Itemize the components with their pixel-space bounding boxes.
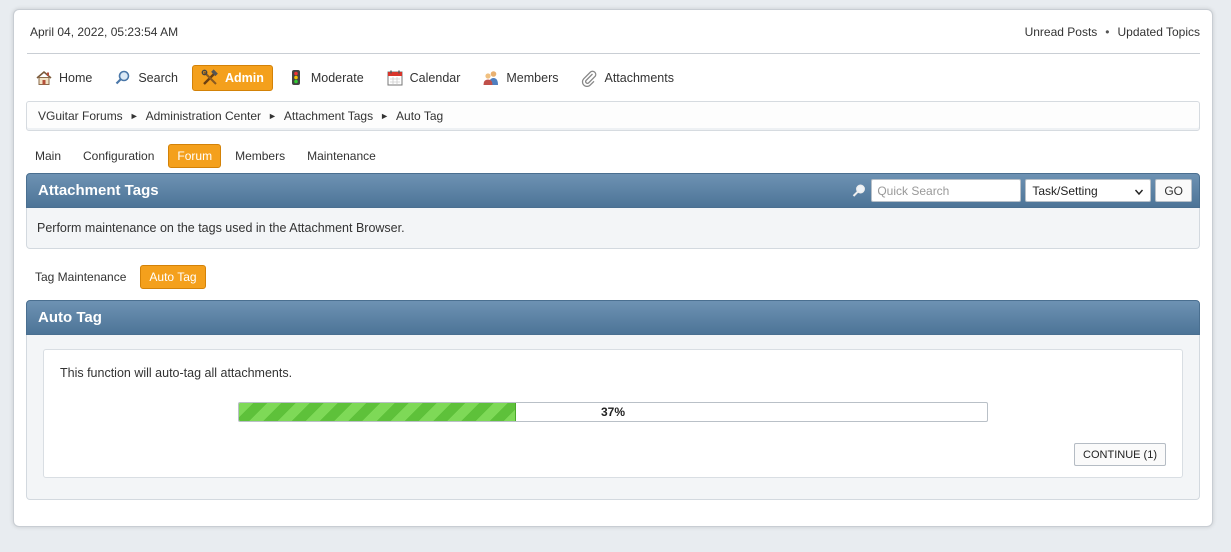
attachment-tags-description: Perform maintenance on the tags used in …: [37, 221, 405, 235]
auto-tag-panel: Auto Tag This function will auto-tag all…: [26, 300, 1200, 500]
attachment-tags-description-box: Perform maintenance on the tags used in …: [26, 208, 1200, 249]
search-icon: [114, 69, 132, 87]
attachment-tags-panel: Attachment Tags Task/Setting GO Perform …: [26, 173, 1200, 249]
chevron-down-icon: [1134, 186, 1144, 196]
attachment-tags-header: Attachment Tags Task/Setting GO: [26, 173, 1200, 208]
top-links: Unread Posts • Updated Topics: [1025, 25, 1200, 39]
main-nav: Home Search Admin Moderate Calendar Memb…: [27, 64, 682, 92]
breadcrumb-item-forums[interactable]: VGuitar Forums: [38, 109, 123, 123]
nav-search[interactable]: Search: [106, 65, 186, 91]
nav-moderate-label: Moderate: [310, 71, 364, 85]
nav-home-label: Home: [59, 71, 93, 85]
nav-calendar-label: Calendar: [409, 71, 461, 85]
breadcrumb-separator: ►: [129, 111, 139, 121]
progress-bar: 37%: [238, 402, 988, 422]
page-container: April 04, 2022, 05:23:54 AM Unread Posts…: [13, 9, 1213, 527]
tab-members[interactable]: Members: [227, 145, 293, 167]
quick-search-input[interactable]: [871, 179, 1022, 202]
magnifier-icon: [851, 183, 867, 199]
auto-tag-content-box: This function will auto-tag all attachme…: [43, 349, 1183, 478]
tab-configuration[interactable]: Configuration: [75, 145, 162, 167]
progress-label: 37%: [600, 405, 626, 419]
link-separator: •: [1105, 24, 1110, 39]
tab-tag-maintenance[interactable]: Tag Maintenance: [27, 266, 134, 288]
panel-title: Attachment Tags: [38, 182, 159, 199]
auto-tag-message: This function will auto-tag all attachme…: [60, 366, 293, 380]
nav-search-label: Search: [138, 71, 178, 85]
members-icon: [482, 69, 500, 87]
breadcrumb-item-attachment-tags[interactable]: Attachment Tags: [284, 109, 373, 123]
breadcrumb: VGuitar Forums ► Administration Center ►…: [26, 101, 1200, 131]
nav-attachments-label: Attachments: [604, 71, 674, 85]
nav-admin[interactable]: Admin: [191, 65, 273, 91]
nav-calendar[interactable]: Calendar: [378, 65, 469, 91]
unread-posts-link[interactable]: Unread Posts: [1025, 25, 1098, 39]
tab-maintenance[interactable]: Maintenance: [299, 145, 384, 167]
quick-search-bar: Task/Setting GO: [851, 179, 1192, 202]
tab-main[interactable]: Main: [27, 145, 69, 167]
tools-icon: [201, 69, 219, 87]
home-icon: [35, 69, 53, 87]
continue-button[interactable]: CONTINUE (1): [1074, 443, 1166, 466]
task-setting-select[interactable]: Task/Setting: [1025, 179, 1152, 202]
paperclip-icon: [580, 69, 598, 88]
nav-moderate[interactable]: Moderate: [279, 65, 372, 91]
traffic-light-icon: [287, 69, 305, 87]
breadcrumb-separator: ►: [380, 111, 390, 121]
tags-subnav: Tag Maintenance Auto Tag: [27, 265, 206, 289]
nav-members[interactable]: Members: [474, 65, 566, 91]
auto-tag-header: Auto Tag: [26, 300, 1200, 335]
nav-members-label: Members: [506, 71, 559, 85]
nav-admin-label: Admin: [224, 71, 264, 85]
admin-subnav: Main Configuration Forum Members Mainten…: [27, 144, 384, 168]
auto-tag-title: Auto Tag: [38, 309, 102, 326]
updated-topics-link[interactable]: Updated Topics: [1118, 25, 1201, 39]
go-button[interactable]: GO: [1155, 179, 1192, 202]
breadcrumb-separator: ►: [268, 111, 277, 121]
top-bar: April 04, 2022, 05:23:54 AM Unread Posts…: [27, 10, 1200, 54]
breadcrumb-item-admin-center[interactable]: Administration Center: [146, 109, 261, 123]
select-value: Task/Setting: [1032, 183, 1098, 198]
current-datetime: April 04, 2022, 05:23:54 AM: [30, 24, 179, 39]
auto-tag-body: This function will auto-tag all attachme…: [26, 335, 1200, 500]
nav-home[interactable]: Home: [27, 65, 100, 91]
nav-attachments[interactable]: Attachments: [572, 65, 681, 91]
tab-forum[interactable]: Forum: [168, 144, 222, 168]
breadcrumb-item-auto-tag[interactable]: Auto Tag: [396, 109, 443, 123]
tab-auto-tag[interactable]: Auto Tag: [140, 265, 206, 289]
calendar-icon: [386, 69, 404, 87]
